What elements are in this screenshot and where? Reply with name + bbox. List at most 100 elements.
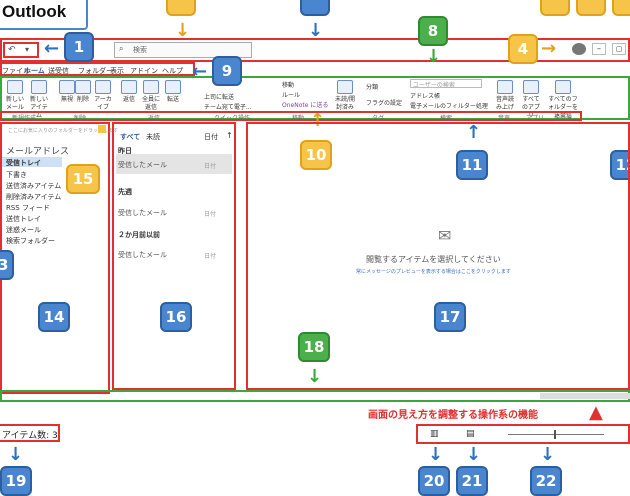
badge-5a [540,0,570,16]
account-avatar[interactable] [572,43,586,55]
list-item-date: 日付 [204,163,217,170]
new-mail-button[interactable]: 新しいメール [4,80,26,112]
badge-6 [166,0,196,16]
reply-button[interactable]: 返信 [118,80,140,104]
folder-sent[interactable]: 送信済みアイテム [6,181,61,191]
folder-outbox[interactable]: 送信トレイ [6,214,41,224]
group-tags: タグ [372,115,385,122]
item-count: アイテム数: 3 [2,431,58,441]
group-voice: 音声 [498,115,511,122]
account-header[interactable]: メールアドレス [6,144,69,157]
item-count-box: アイテム数: 3 [0,424,60,442]
folder-deleted[interactable]: 削除済みアイテム [6,192,61,202]
badge-16: 16 [160,302,192,332]
delete-button[interactable]: 削除 [72,80,94,104]
badge-13: 13 [0,250,14,280]
list-item[interactable]: 受信したメール [118,208,167,218]
minimize-button[interactable]: – [592,43,606,55]
sort-direction-icon[interactable]: ↑ [226,131,233,140]
arrow-20: ↓ [428,444,444,465]
status-view-controls[interactable] [540,393,630,399]
group-find: 検索 [440,115,453,122]
archive-button[interactable]: アーカイブ [92,80,114,112]
reply-all-button[interactable]: 全員に返信 [140,80,162,112]
folder-junk[interactable]: 迷惑メール [6,225,41,235]
read-aloud-icon [497,80,513,94]
normal-view-icon[interactable]: ▥ [430,429,439,439]
folder-drafts[interactable]: 下書き [6,170,27,180]
group-respond: 返信 [148,115,161,122]
tab-folder[interactable]: フォルダー [78,66,113,76]
find-people-box[interactable]: ユーザーの検索 [410,79,482,89]
quick-step-forward-boss[interactable]: 上司に転送 [204,92,234,101]
mail-icon [7,80,23,94]
ribbon-group-labels-outline [0,111,582,121]
tab-view[interactable]: 表示 [110,66,124,76]
reading-pane-preview-link[interactable]: 常にメッセージのプレビューを表示する場合はここをクリックします [356,268,511,275]
arrow-8: ↓ [426,46,442,67]
envelope-icon: ✉ [438,226,452,245]
tab-help[interactable]: ヘルプ [162,66,183,76]
sort-dropdown[interactable]: 日付 [204,132,218,142]
group-send-receive: 送受信 [554,115,573,122]
read-aloud-button[interactable]: 音声読み上げ [494,80,516,112]
archive-icon [95,80,111,94]
badge-18: 18 [298,332,330,362]
onenote-button[interactable]: OneNote に送る [282,100,328,109]
categorize-button[interactable]: 分類 [366,82,378,91]
badge-1: 1 [64,32,94,62]
group-move: 移動 [292,115,305,122]
search-input[interactable]: 検索 [133,45,147,55]
reading-pane-message: 閲覧するアイテムを選択してください [366,255,501,264]
arrow-21: ↓ [466,444,482,465]
badge-5b [576,0,606,16]
zoom-slider[interactable] [508,434,604,435]
list-item[interactable]: 受信したメール [118,250,167,260]
apps-grid-icon [523,80,539,94]
unread-read-button[interactable]: 未読/開封済み [334,80,356,112]
badge-15: 15 [66,164,100,194]
filter-all-tab[interactable]: すべて [120,132,140,142]
app-title-box: Outlook [0,0,88,30]
chevron-down-icon[interactable]: ▾ [25,45,29,54]
maximize-button[interactable]: ▢ [612,43,626,55]
tab-home[interactable]: ホーム [24,66,45,76]
view-buttons-box: ▥ ▤ [416,424,630,444]
follow-up-button[interactable]: フラグの設定 [366,98,402,107]
tab-send-receive[interactable]: 送受信 [48,66,69,76]
tab-addin[interactable]: アドイン [130,66,158,76]
folder-inbox[interactable]: 受信トレイ [6,158,41,168]
address-book-button[interactable]: アドレス帳 [410,91,440,100]
badge-5c [612,0,630,16]
badge-9: 9 [212,56,242,86]
arrow-note: ▲ [589,402,603,423]
zoom-thumb[interactable] [554,430,556,439]
forward-button[interactable]: 転送 [162,80,184,104]
folder-rss[interactable]: RSS フィード [6,203,50,213]
undo-icon[interactable]: ↶ [8,45,16,55]
quick-access-toolbar[interactable]: ↶ ▾ [3,42,39,58]
envelope-icon [337,80,353,94]
badge-7 [300,0,330,16]
badge-17: 17 [434,302,466,332]
sync-icon [555,80,571,94]
arrow-18: ↓ [307,366,323,387]
arrow-1: ← [44,38,60,59]
list-item[interactable]: 受信したメール [118,160,167,170]
quick-step-team-email[interactable]: チーム宛て電子... [204,102,252,111]
reply-all-icon [143,80,159,94]
filter-email-button[interactable]: 電子メールのフィルター処理 [410,101,488,110]
group-quick-steps: クイック操作 [214,115,251,122]
folder-pane-marker [98,125,106,133]
folder-search[interactable]: 検索フォルダー [6,236,55,246]
badge-8: 8 [418,16,448,46]
group-header: 先週 [118,188,132,196]
view-controls-note: 画面の見え方を調整する操作系の機能 [368,410,538,421]
reading-view-icon[interactable]: ▤ [466,429,475,439]
arrow-9: ← [192,61,208,82]
group-delete: 削除 [74,115,87,122]
search-icon: ⌕ [119,44,124,53]
filter-unread-tab[interactable]: 未読 [146,132,160,142]
rules-button[interactable]: ルール [282,90,300,99]
move-button[interactable]: 移動 [282,80,294,89]
